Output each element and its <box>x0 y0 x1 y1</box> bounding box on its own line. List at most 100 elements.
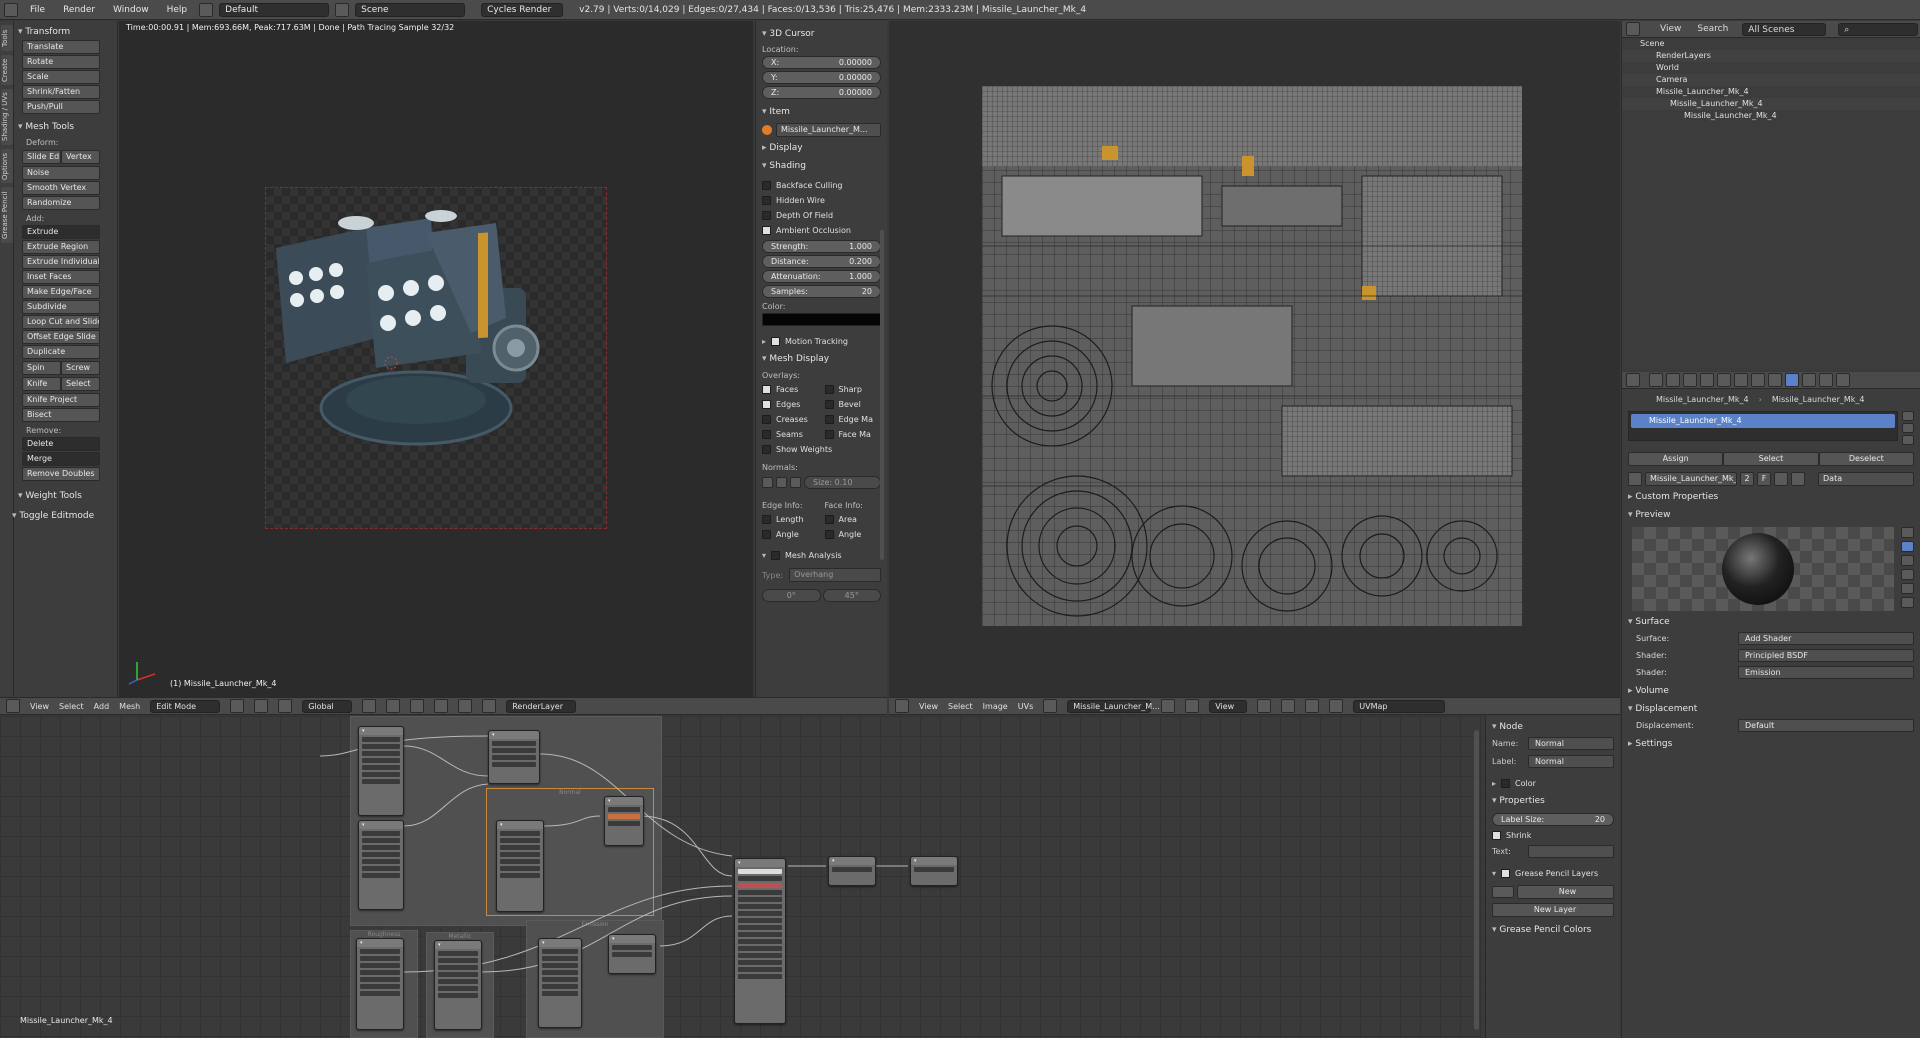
extrude-region-button[interactable]: Extrude Region <box>22 240 100 254</box>
merge-menu[interactable]: Merge <box>22 452 100 466</box>
shader1-select[interactable]: Principled BSDF <box>1738 649 1914 662</box>
outliner-scene[interactable]: Scene <box>1622 38 1920 50</box>
face-area-check[interactable]: Area <box>824 512 882 527</box>
node-editor-scrollbar[interactable] <box>1474 730 1479 1030</box>
uv-proportional-icon[interactable] <box>1329 699 1344 713</box>
bisect-button[interactable]: Bisect <box>22 408 100 422</box>
screen-layout-select[interactable]: Default <box>219 2 330 17</box>
node-editor[interactable]: Normal Roughness Metallic Emission ▾ ▾ ▾… <box>0 716 1482 1038</box>
npanel-scrollbar[interactable] <box>880 230 884 560</box>
inset-faces-button[interactable]: Inset Faces <box>22 270 100 284</box>
view3d-select-menu[interactable]: Select <box>59 702 84 711</box>
outliner-mesh-data[interactable]: Missile_Launcher_Mk_4 <box>1622 98 1920 110</box>
depth-of-field-check[interactable]: Depth Of Field <box>762 208 881 223</box>
text-datablock-field[interactable] <box>1528 845 1614 858</box>
image-new-icon[interactable] <box>1161 699 1176 713</box>
outliner-material[interactable]: Missile_Launcher_Mk_4 <box>1622 110 1920 122</box>
randomize-button[interactable]: Randomize <box>22 196 100 210</box>
outliner-editor-icon[interactable] <box>1626 22 1640 36</box>
overlay-sharp-check[interactable]: Sharp <box>824 382 882 397</box>
mesh-analysis-panel[interactable]: ▾ Mesh Analysis <box>762 548 881 563</box>
smooth-vertex-button[interactable]: Smooth Vertex <box>22 181 100 195</box>
extrude-menu[interactable]: Extrude <box>22 225 100 239</box>
uv-editor-icon[interactable] <box>895 699 909 713</box>
panel-item[interactable]: Item <box>762 105 881 119</box>
uv-uvs-menu[interactable]: UVs <box>1018 702 1034 711</box>
roughness-texture-node[interactable]: ▾ <box>356 938 404 1030</box>
subdivide-button[interactable]: Subdivide <box>22 300 100 314</box>
edge-length-check[interactable]: Length <box>762 512 819 527</box>
uv-sync-icon[interactable] <box>1281 699 1296 713</box>
editor-type-icon[interactable] <box>4 2 18 17</box>
loop-cut-button[interactable]: Loop Cut and Slide <box>22 315 100 329</box>
material-slot-list[interactable]: Missile_Launcher_Mk_4 <box>1628 411 1898 441</box>
panel-volume[interactable]: Volume <box>1628 684 1914 699</box>
vertex-slide-button[interactable]: Vertex <box>61 150 100 164</box>
mode-select[interactable]: Edit Mode <box>150 699 221 713</box>
cursor-z-field[interactable]: Z: 0.00000 <box>762 86 881 99</box>
hidden-wire-check[interactable]: Hidden Wire <box>762 193 881 208</box>
panel-mesh-tools[interactable]: Mesh Tools <box>18 120 113 134</box>
scale-button[interactable]: Scale <box>22 70 100 84</box>
overlay-seams-check[interactable]: Seams <box>762 427 819 442</box>
overlay-creases-check[interactable]: Creases <box>762 412 819 427</box>
cursor-y-field[interactable]: Y: 0.00000 <box>762 71 881 84</box>
vertex-normal-icon[interactable] <box>762 477 773 488</box>
properties-editor-icon[interactable] <box>1626 373 1640 387</box>
texture-tab-icon[interactable] <box>1802 373 1816 387</box>
add-slot-icon[interactable] <box>1902 411 1914 421</box>
outliner-camera[interactable]: Camera <box>1622 74 1920 86</box>
scene-select[interactable]: Scene <box>355 2 466 17</box>
proportional-edit-icon[interactable] <box>434 699 449 713</box>
fake-user-button[interactable]: F <box>1757 472 1771 486</box>
screw-button[interactable]: Screw <box>61 361 100 375</box>
toggle-editmode-panel[interactable]: Toggle Editmode <box>12 509 113 523</box>
menu-file[interactable]: File <box>24 5 51 15</box>
unlink-material-icon[interactable] <box>1791 472 1805 486</box>
uv-select-menu[interactable]: Select <box>948 702 973 711</box>
panel-mesh-display[interactable]: Mesh Display <box>762 352 881 367</box>
image-open-icon[interactable] <box>1185 699 1200 713</box>
slide-edge-button[interactable]: Slide Ed <box>22 150 61 164</box>
normal-map-node[interactable]: ▾ <box>604 796 644 846</box>
modifiers-tab-icon[interactable] <box>1751 373 1765 387</box>
outliner-search-menu[interactable]: Search <box>1697 24 1728 34</box>
surface-shader-select[interactable]: Add Shader <box>1738 632 1914 645</box>
constraints-tab-icon[interactable] <box>1734 373 1748 387</box>
scene-icon[interactable] <box>335 2 350 17</box>
view3d-add-menu[interactable]: Add <box>94 702 110 711</box>
offset-edge-slide-button[interactable]: Offset Edge Slide <box>22 330 100 344</box>
layout-icon[interactable] <box>199 2 214 17</box>
viewport-shading-icon[interactable] <box>230 699 245 713</box>
overlay-face-marks-check[interactable]: Face Ma <box>824 427 882 442</box>
orientation-select[interactable]: Global <box>302 699 353 713</box>
render-preview-icon[interactable] <box>482 699 497 713</box>
material-slot-item[interactable]: Missile_Launcher_Mk_4 <box>1631 414 1895 428</box>
view3d-mesh-menu[interactable]: Mesh <box>119 702 140 711</box>
outliner-world[interactable]: World <box>1622 62 1920 74</box>
outliner-view-menu[interactable]: View <box>1660 24 1681 34</box>
remove-slot-icon[interactable] <box>1902 423 1914 433</box>
layers-tab-icon[interactable] <box>1666 373 1680 387</box>
uv-snap-icon[interactable] <box>1305 699 1320 713</box>
tab-shading-uvs[interactable]: Shading / UVs <box>1 89 13 145</box>
translate-button[interactable]: Translate <box>22 40 100 54</box>
scene-tab-icon[interactable] <box>1683 373 1697 387</box>
displacement-select[interactable]: Default <box>1738 719 1914 732</box>
image-texture-node[interactable]: ▾ <box>358 726 404 816</box>
face-normal-icon[interactable] <box>790 477 801 488</box>
render-tab-icon[interactable] <box>1649 373 1663 387</box>
overlay-edge-marks-check[interactable]: Edge Ma <box>824 412 882 427</box>
snap-icon[interactable] <box>458 699 473 713</box>
make-edge-face-button[interactable]: Make Edge/Face <box>22 285 100 299</box>
node-label-field[interactable]: Normal <box>1528 754 1614 768</box>
menu-window[interactable]: Window <box>107 5 155 15</box>
metallic-texture-node[interactable]: ▾ <box>434 940 482 1030</box>
image-browse-icon[interactable] <box>1043 699 1058 713</box>
push-pull-button[interactable]: Push/Pull <box>22 100 100 114</box>
select-button[interactable]: Select <box>1723 452 1819 466</box>
material-name-field[interactable]: Missile_Launcher_Mk_4 <box>1645 472 1737 486</box>
overlay-faces-check[interactable]: Faces <box>762 382 819 397</box>
render-layer-select[interactable]: RenderLayer <box>506 699 577 713</box>
node-name-field[interactable]: Normal <box>1528 736 1614 750</box>
